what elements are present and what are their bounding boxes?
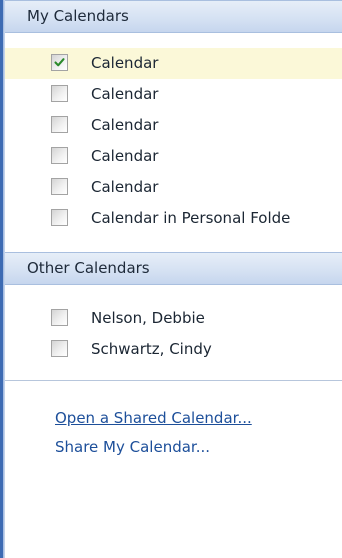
my-calendars-header-label: My Calendars	[27, 7, 129, 25]
calendar-checkbox[interactable]	[51, 147, 68, 164]
calendar-checkbox[interactable]	[51, 309, 68, 326]
calendar-checkbox[interactable]	[51, 116, 68, 133]
other-calendars-header-label: Other Calendars	[27, 259, 150, 277]
calendar-label: Nelson, Debbie	[91, 309, 205, 327]
calendar-label: Calendar in Personal Folde	[91, 209, 291, 227]
other-calendars-header[interactable]: Other Calendars	[5, 252, 342, 285]
calendar-checkbox[interactable]	[51, 54, 68, 71]
calendar-label: Calendar	[91, 178, 159, 196]
calendar-navigation-pane: My Calendars Calendar Calendar Calendar …	[0, 0, 342, 558]
calendar-list-item[interactable]: Calendar	[5, 79, 342, 110]
calendar-list-item[interactable]: Calendar	[5, 48, 342, 79]
calendar-checkbox[interactable]	[51, 178, 68, 195]
calendar-list-item[interactable]: Calendar	[5, 141, 342, 172]
share-my-calendar-link[interactable]: Share My Calendar...	[55, 438, 210, 456]
open-shared-calendar-link[interactable]: Open a Shared Calendar...	[55, 409, 252, 427]
calendar-list-item[interactable]: Calendar in Personal Folde	[5, 203, 342, 234]
calendar-checkbox[interactable]	[51, 85, 68, 102]
calendar-checkbox[interactable]	[51, 340, 68, 357]
other-calendar-list-item[interactable]: Nelson, Debbie	[5, 303, 342, 334]
calendar-checkbox[interactable]	[51, 209, 68, 226]
calendar-list-item[interactable]: Calendar	[5, 172, 342, 203]
other-calendar-list-item[interactable]: Schwartz, Cindy	[5, 334, 342, 365]
checkmark-icon	[54, 58, 65, 67]
calendar-list-item[interactable]: Calendar	[5, 110, 342, 141]
calendar-label: Calendar	[91, 116, 159, 134]
calendar-label: Schwartz, Cindy	[91, 340, 212, 358]
calendar-label: Calendar	[91, 54, 159, 72]
calendar-label: Calendar	[91, 147, 159, 165]
my-calendars-header[interactable]: My Calendars	[5, 0, 342, 33]
section-divider	[5, 380, 342, 381]
calendar-label: Calendar	[91, 85, 159, 103]
